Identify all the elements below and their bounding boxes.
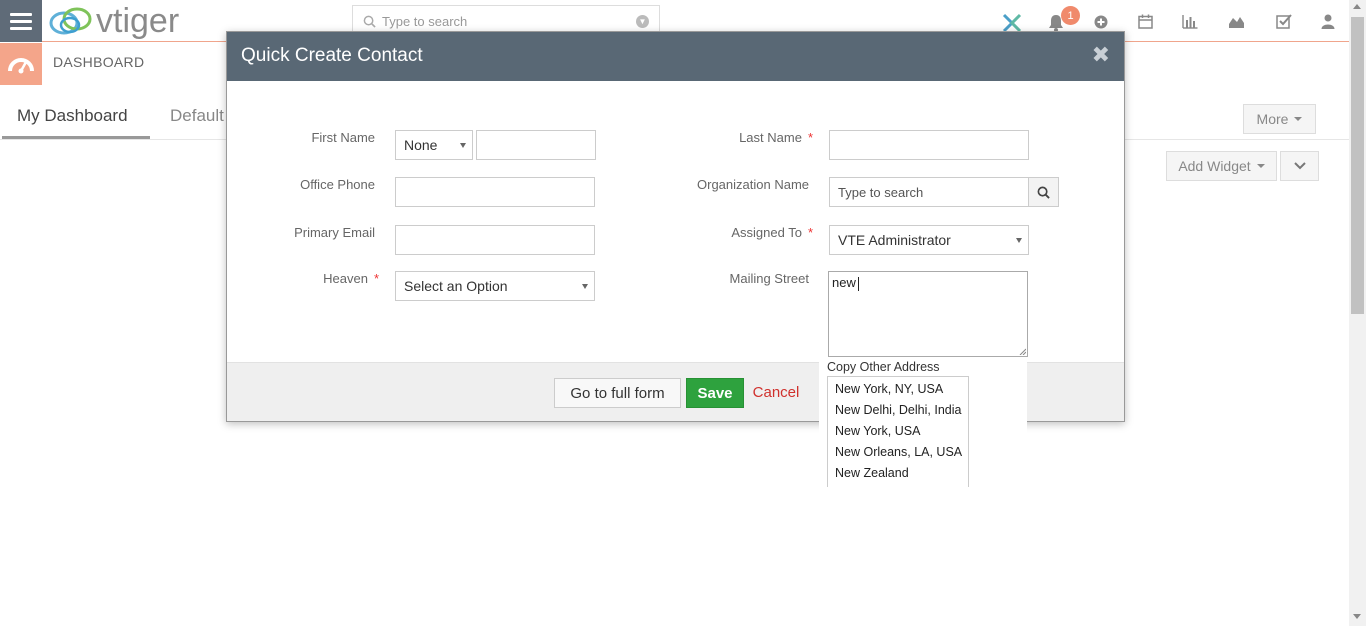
logo-text: vtiger bbox=[96, 1, 180, 40]
chevron-down-icon[interactable]: ▼ bbox=[636, 15, 649, 28]
heaven-label: Heaven * bbox=[267, 271, 379, 286]
menu-icon[interactable] bbox=[0, 0, 42, 42]
search-icon bbox=[363, 15, 376, 28]
suggestion-item[interactable]: New Zealand bbox=[835, 466, 909, 480]
tab-default[interactable]: Default bbox=[170, 106, 224, 126]
organization-name-label: Organization Name bbox=[697, 177, 809, 192]
mailing-street-value: new bbox=[832, 275, 856, 290]
assigned-to-value: VTE Administrator bbox=[838, 232, 951, 248]
module-title[interactable]: DASHBOARD bbox=[53, 54, 144, 70]
resize-handle-icon[interactable] bbox=[1018, 347, 1026, 355]
heaven-select[interactable]: Select an Option bbox=[395, 271, 595, 301]
caret-down-icon bbox=[1016, 238, 1022, 243]
last-name-label-text: Last Name bbox=[739, 130, 802, 145]
required-marker: * bbox=[807, 225, 813, 240]
checkbox-task-icon[interactable] bbox=[1276, 13, 1293, 30]
cloud-logo-icon bbox=[49, 7, 92, 35]
vtiger-logo[interactable]: vtiger bbox=[48, 2, 179, 40]
required-marker: * bbox=[373, 271, 379, 286]
suggestion-item[interactable]: New Delhi, Delhi, India bbox=[835, 403, 961, 417]
bar-chart-icon[interactable] bbox=[1182, 14, 1198, 29]
organization-search-button[interactable] bbox=[1028, 177, 1059, 207]
last-name-label: Last Name * bbox=[707, 130, 813, 145]
calendar-icon[interactable] bbox=[1138, 14, 1153, 29]
heaven-value: Select an Option bbox=[404, 278, 508, 294]
scroll-down-arrow-icon[interactable] bbox=[1353, 614, 1361, 619]
caret-down-icon bbox=[1256, 164, 1265, 168]
plus-circle-icon[interactable] bbox=[1094, 15, 1108, 29]
heaven-label-text: Heaven bbox=[323, 271, 368, 286]
primary-email-input[interactable] bbox=[395, 225, 595, 255]
mailing-street-label: Mailing Street bbox=[729, 271, 809, 286]
search-icon bbox=[1037, 186, 1050, 199]
scrollbar-thumb[interactable] bbox=[1351, 17, 1364, 314]
add-widget-label: Add Widget bbox=[1178, 158, 1251, 174]
assigned-to-label: Assigned To * bbox=[697, 225, 813, 240]
suggestion-item[interactable]: New York, NY, USA bbox=[835, 382, 943, 396]
add-widget-button[interactable]: Add Widget bbox=[1166, 151, 1277, 181]
organization-name-input[interactable]: Type to search bbox=[829, 177, 1029, 207]
required-marker: * bbox=[807, 130, 813, 145]
copy-other-address-label: Copy Other Address bbox=[827, 360, 940, 374]
scroll-up-arrow-icon[interactable] bbox=[1353, 4, 1361, 9]
assigned-to-label-text: Assigned To bbox=[731, 225, 802, 240]
collapse-button[interactable] bbox=[1280, 151, 1319, 181]
more-button[interactable]: More bbox=[1243, 104, 1316, 134]
cancel-link[interactable]: Cancel bbox=[753, 377, 800, 407]
caret-down-icon bbox=[460, 143, 466, 148]
active-tab-indicator bbox=[2, 136, 150, 139]
suggestion-item[interactable]: New York, USA bbox=[835, 424, 920, 438]
first-name-input[interactable] bbox=[476, 130, 596, 160]
more-button-label: More bbox=[1256, 111, 1289, 127]
office-phone-label: Office Phone bbox=[300, 177, 375, 192]
close-icon[interactable]: ✖ bbox=[1092, 44, 1110, 66]
mailing-street-textarea[interactable]: new bbox=[828, 271, 1028, 357]
text-cursor bbox=[857, 276, 859, 291]
dashboard-gauge-icon[interactable] bbox=[0, 43, 42, 85]
caret-down-icon bbox=[1294, 117, 1303, 121]
assigned-to-select[interactable]: VTE Administrator bbox=[829, 225, 1029, 255]
area-chart-icon[interactable] bbox=[1228, 14, 1245, 29]
office-phone-input[interactable] bbox=[395, 177, 595, 207]
salutation-value: None bbox=[404, 137, 438, 153]
first-name-label: First Name bbox=[311, 130, 375, 145]
search-placeholder: Type to search bbox=[382, 13, 468, 29]
tab-my-dashboard[interactable]: My Dashboard bbox=[17, 106, 128, 126]
organization-placeholder: Type to search bbox=[838, 184, 924, 200]
chevron-down-icon bbox=[1293, 162, 1306, 170]
user-icon[interactable] bbox=[1321, 14, 1335, 29]
caret-down-icon bbox=[582, 284, 588, 289]
salutation-select[interactable]: None bbox=[395, 130, 473, 160]
notification-badge: 1 bbox=[1061, 6, 1080, 25]
address-suggestion-list: New York, NY, USA New Delhi, Delhi, Indi… bbox=[827, 376, 969, 487]
modal-header: Quick Create Contact ✖ bbox=[227, 32, 1124, 81]
save-button[interactable]: Save bbox=[686, 378, 744, 408]
go-to-full-form-button[interactable]: Go to full form bbox=[554, 378, 681, 408]
primary-email-label: Primary Email bbox=[294, 225, 375, 240]
x-app-icon[interactable] bbox=[1001, 13, 1023, 33]
modal-title: Quick Create Contact bbox=[241, 45, 423, 66]
suggestion-item[interactable]: New Orleans, LA, USA bbox=[835, 445, 962, 459]
last-name-input[interactable] bbox=[829, 130, 1029, 160]
